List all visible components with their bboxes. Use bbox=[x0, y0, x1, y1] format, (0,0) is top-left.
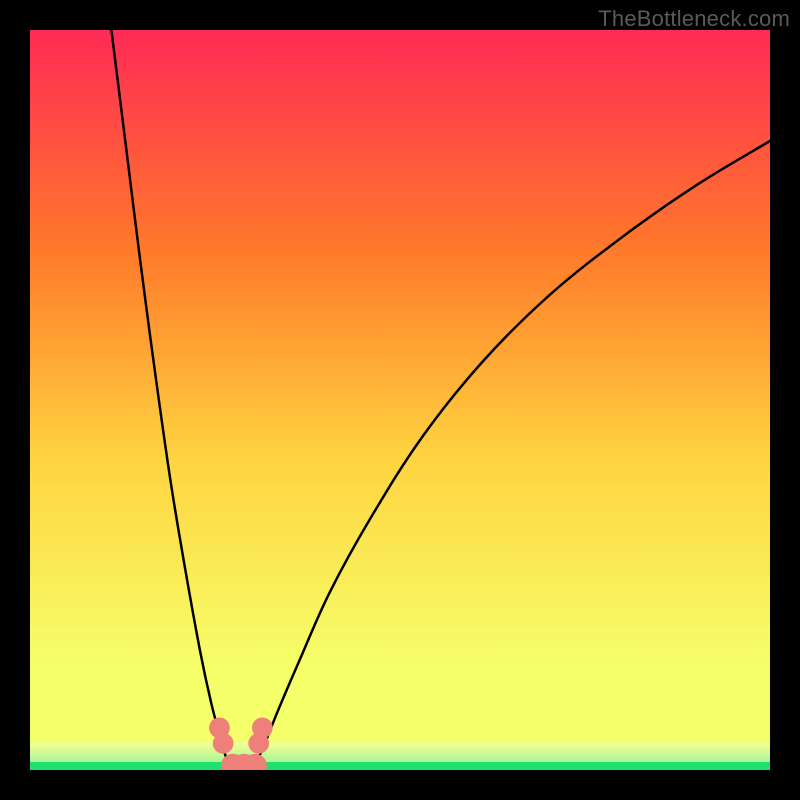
chart-frame: TheBottleneck.com bbox=[0, 0, 800, 800]
gradient-bg bbox=[30, 30, 770, 770]
chart-svg bbox=[30, 30, 770, 770]
marker-right-dot-lower bbox=[248, 733, 269, 754]
watermark-text: TheBottleneck.com bbox=[598, 6, 790, 32]
blend-band bbox=[30, 742, 770, 762]
marker-left-dot-lower bbox=[213, 733, 234, 754]
plot-area bbox=[30, 30, 770, 770]
baseline-band bbox=[30, 762, 770, 770]
